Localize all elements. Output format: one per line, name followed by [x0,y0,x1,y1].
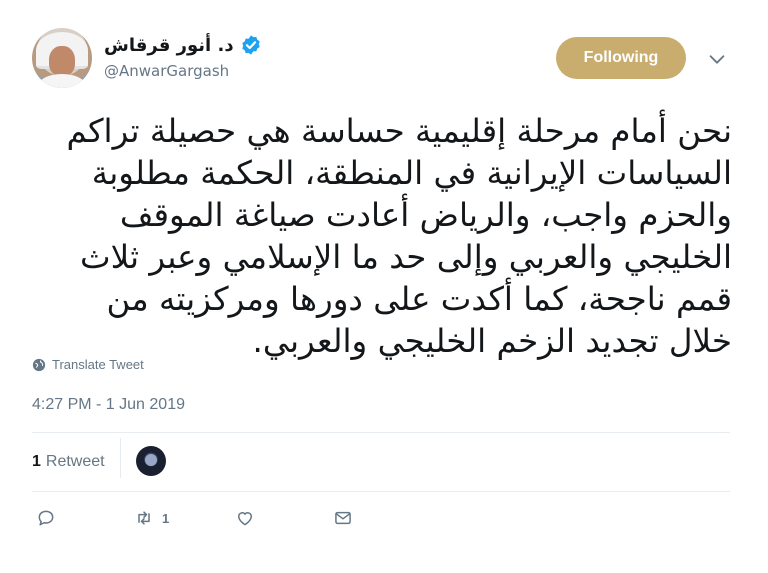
chevron-down-icon[interactable] [706,48,728,70]
globe-icon [32,358,46,371]
tweet-timestamp[interactable]: 4:27 PM - 1 Jun 2019 [32,396,185,414]
heart-icon [238,512,252,526]
verified-badge-icon [241,35,260,55]
stats-separator [120,438,121,478]
author-name-row: د. أنور قرقاش [104,34,262,56]
tweet-card: د. أنور قرقاش @AnwarGargash Following نح… [0,0,768,573]
author-handle[interactable]: @AnwarGargash [104,62,229,80]
translate-tweet-label[interactable]: Translate Tweet [52,357,144,372]
tweet-text: نحن أمام مرحلة إقليمية حساسة هي حصيلة تر… [66,112,732,360]
retweet-stat-count: 1 [32,453,41,470]
translate-tweet-link[interactable]: Translate Tweet [32,357,144,372]
avatar-face [49,46,75,76]
reply-button[interactable] [36,508,56,528]
retweet-stats[interactable]: 1 Retweet [32,453,105,471]
direct-message-button[interactable] [333,508,353,528]
author-display-name[interactable]: د. أنور قرقاش [104,35,234,56]
divider-bottom [32,491,730,492]
like-button[interactable] [235,508,255,528]
retweeter-avatar[interactable] [136,446,166,476]
following-button[interactable]: Following [556,37,686,79]
tweet-actions-bar: 1 [0,508,768,536]
retweet-icon [138,511,150,525]
avatar-body [38,74,86,88]
divider-top [32,432,730,433]
retweet-stat-label: Retweet [45,453,105,470]
envelope-icon [335,511,351,525]
author-avatar[interactable] [32,28,92,88]
retweet-action-count: 1 [162,510,170,526]
retweet-button[interactable]: 1 [134,508,169,528]
reply-icon [38,510,54,526]
